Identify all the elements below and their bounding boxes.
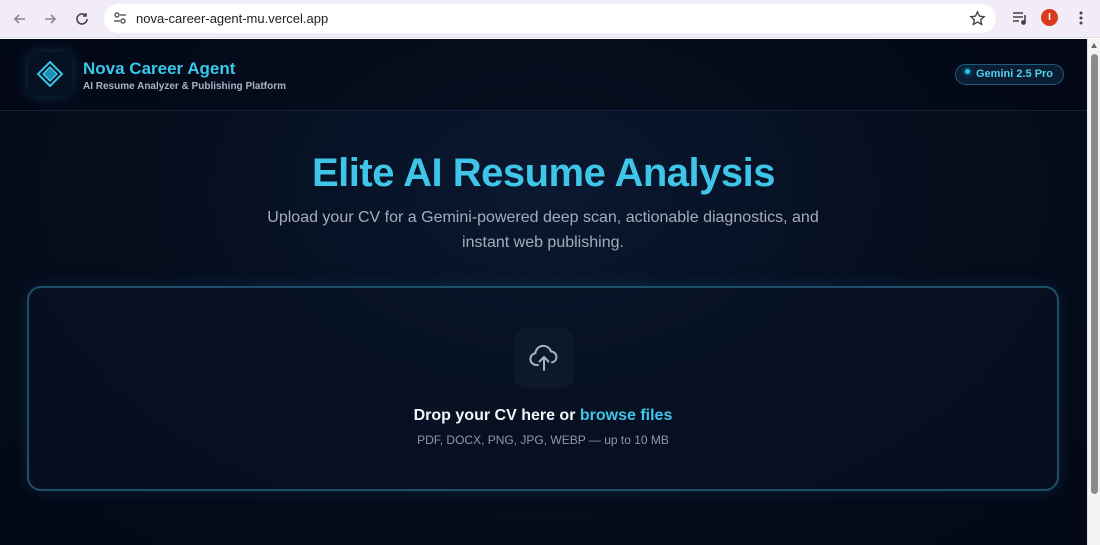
back-button[interactable] bbox=[8, 7, 32, 31]
model-badge: Gemini 2.5 Pro bbox=[955, 64, 1065, 85]
hero-subtitle: Upload your CV for a Gemini-powered deep… bbox=[267, 209, 819, 251]
star-icon[interactable] bbox=[969, 10, 986, 27]
model-badge-label: Gemini 2.5 Pro bbox=[976, 68, 1054, 80]
forward-button[interactable] bbox=[38, 7, 62, 31]
app-subtitle: AI Resume Analyzer & Publishing Platform bbox=[83, 81, 287, 92]
hero-title: Elite AI Resume Analysis bbox=[312, 151, 776, 195]
address-bar[interactable]: nova-career-agent-mu.vercel.app bbox=[104, 4, 996, 33]
site-info-icon[interactable] bbox=[112, 10, 128, 26]
browse-files-link[interactable]: browse files bbox=[580, 407, 672, 424]
forward-arrow-icon bbox=[45, 14, 57, 24]
drop-prompt: Drop your CV here or bbox=[413, 407, 580, 424]
cloud-upload-icon bbox=[529, 344, 558, 371]
back-arrow-icon bbox=[13, 14, 25, 24]
app-title: Nova Career Agent bbox=[83, 59, 236, 78]
upload-icon-box[interactable] bbox=[514, 328, 574, 388]
media-control-icon[interactable] bbox=[1011, 9, 1029, 27]
cv-dropzone[interactable]: Drop your CV here or browse files PDF, D… bbox=[27, 286, 1059, 491]
page-viewport: Nova Career Agent AI Resume Analyzer & P… bbox=[0, 39, 1087, 545]
scroll-up-arrow[interactable] bbox=[1091, 43, 1097, 48]
browser-toolbar: nova-career-agent-mu.vercel.app I bbox=[0, 0, 1100, 38]
more-menu-icon[interactable] bbox=[1072, 9, 1090, 27]
diamond-logo-icon bbox=[36, 60, 64, 88]
scroll-thumb[interactable] bbox=[1091, 54, 1098, 494]
drop-instructions: Drop your CV here or browse files bbox=[29, 407, 1057, 425]
reload-button[interactable] bbox=[70, 7, 94, 31]
accepted-formats: PDF, DOCX, PNG, JPG, WEBP — up to 10 MB bbox=[417, 433, 669, 447]
reload-icon bbox=[76, 13, 88, 25]
app-logo[interactable] bbox=[28, 52, 72, 96]
page-scrollbar[interactable] bbox=[1087, 39, 1100, 545]
status-dot bbox=[965, 69, 970, 74]
app-header: Nova Career Agent AI Resume Analyzer & P… bbox=[0, 39, 1087, 111]
url-text[interactable]: nova-career-agent-mu.vercel.app bbox=[136, 11, 328, 26]
profile-avatar[interactable]: I bbox=[1041, 9, 1058, 26]
